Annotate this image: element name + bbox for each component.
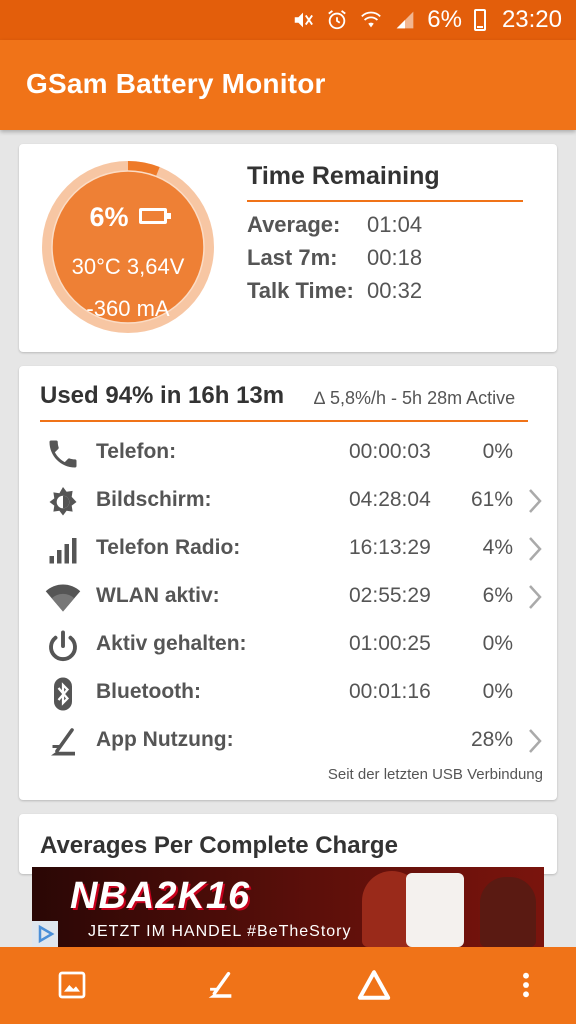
usage-row-time: 01:00:25 <box>349 632 431 655</box>
usage-row-telefon-radio[interactable]: Telefon Radio: 16:13:29 4% <box>19 528 557 572</box>
usage-row-label: App Nutzung: <box>96 728 234 751</box>
usage-row-percent: 0% <box>482 680 513 703</box>
ad-tagline: JETZT IM HANDEL #BeTheStory <box>88 923 352 940</box>
usage-rate: ∆ 5,8%/h - 5h 28m Active <box>314 388 516 408</box>
app-usage-button[interactable] <box>198 963 242 1007</box>
usage-row-app-nutzung[interactable]: App Nutzung: 28% <box>19 720 557 764</box>
usage-row-label: Aktiv gehalten: <box>96 632 247 655</box>
overflow-menu-icon <box>523 972 529 998</box>
image-icon <box>58 971 86 999</box>
status-battery-percent: 6% <box>427 6 462 33</box>
usage-row-bluetooth[interactable]: Bluetooth: 00:01:16 0% <box>19 672 557 716</box>
wifi-icon <box>45 580 81 616</box>
chevron-right-icon[interactable] <box>527 727 543 755</box>
mute-icon <box>291 8 315 32</box>
usage-row-wlan[interactable]: WLAN aktiv: 02:55:29 6% <box>19 576 557 620</box>
delta-icon <box>357 970 391 1000</box>
power-icon <box>45 628 81 664</box>
status-bar: 6% 23:20 <box>0 0 576 40</box>
phone-icon <box>45 436 81 472</box>
battery-temp-voltage: 30°C 3,64V <box>71 254 185 279</box>
battery-percent: 6% <box>39 202 217 233</box>
time-remaining-value-last7m: 00:18 <box>367 245 423 270</box>
usage-row-time: 04:28:04 <box>349 488 431 511</box>
time-remaining-label-last7m: Last 7m: <box>247 245 338 270</box>
usage-row-percent: 4% <box>482 536 513 559</box>
averages-card[interactable]: Averages Per Complete Charge <box>19 814 557 874</box>
app-usage-icon <box>208 971 232 998</box>
battery-current: -360 mA <box>86 296 170 321</box>
battery-percent-value: 6% <box>89 202 129 232</box>
usage-row-label: WLAN aktiv: <box>96 584 220 607</box>
chevron-right-icon[interactable] <box>527 487 543 515</box>
battery-gauge[interactable]: 6% 30°C 3,64V -360 mA <box>39 158 217 336</box>
usage-row-bildschirm[interactable]: Bildschirm: 04:28:04 61% <box>19 480 557 524</box>
image-button[interactable] <box>50 963 94 1007</box>
averages-title: Averages Per Complete Charge <box>40 832 398 859</box>
usage-footnote: Seit der letzten USB Verbindung <box>327 766 543 783</box>
app-title: GSam Battery Monitor <box>26 68 326 99</box>
time-remaining-value-average: 01:04 <box>367 212 423 237</box>
bluetooth-icon <box>45 676 81 712</box>
usage-row-percent: 28% <box>470 728 513 751</box>
chevron-right-icon[interactable] <box>527 583 543 611</box>
usage-row-label: Bluetooth: <box>96 680 201 703</box>
battery-summary-card[interactable]: 6% 30°C 3,64V -360 mA Time Remaining Ave… <box>19 144 557 352</box>
time-remaining-label-talk: Talk Time: <box>247 278 354 303</box>
battery-icon <box>138 207 171 224</box>
usage-row-telefon[interactable]: Telefon: 00:00:03 0% <box>19 432 557 476</box>
divider <box>247 200 523 202</box>
app-bar: GSam Battery Monitor <box>0 40 576 130</box>
ad-player-image <box>480 877 536 947</box>
ad-banner[interactable]: NBA2K16 JETZT IM HANDEL #BeTheStory <box>32 867 544 947</box>
usage-row-time: 00:00:03 <box>349 440 431 463</box>
battery-icon <box>473 9 486 31</box>
signal-icon <box>393 8 417 32</box>
chevron-right-icon[interactable] <box>527 535 543 563</box>
bottom-toolbar <box>0 947 576 1024</box>
usage-row-label: Bildschirm: <box>96 488 212 511</box>
alarm-icon <box>325 8 349 32</box>
usage-row-aktiv-gehalten[interactable]: Aktiv gehalten: 01:00:25 0% <box>19 624 557 668</box>
usage-row-label: Telefon Radio: <box>96 536 241 559</box>
app-usage-icon <box>45 724 81 760</box>
time-remaining-label-average: Average: <box>247 212 341 237</box>
time-remaining-value-talk: 00:32 <box>367 278 423 303</box>
usage-row-label: Telefon: <box>96 440 177 463</box>
delta-button[interactable] <box>352 963 396 1007</box>
wifi-icon <box>359 8 383 32</box>
time-remaining-title: Time Remaining <box>247 162 440 190</box>
brightness-icon <box>45 484 81 520</box>
ad-choices-icon[interactable] <box>32 921 58 947</box>
usage-row-percent: 0% <box>482 632 513 655</box>
usage-row-time: 16:13:29 <box>349 536 431 559</box>
usage-row-percent: 0% <box>482 440 513 463</box>
overflow-menu-button[interactable] <box>504 963 548 1007</box>
ad-logo: NBA2K16 <box>70 875 251 917</box>
status-time: 23:20 <box>501 6 562 33</box>
usage-headline: Used 94% in 16h 13m <box>40 382 285 409</box>
usage-row-percent: 6% <box>482 584 513 607</box>
usage-row-percent: 61% <box>470 488 513 511</box>
ad-player-image <box>406 873 464 947</box>
divider <box>40 420 528 422</box>
usage-row-time: 00:01:16 <box>349 680 431 703</box>
cell-signal-icon <box>45 532 81 568</box>
usage-row-time: 02:55:29 <box>349 584 431 607</box>
usage-card: Used 94% in 16h 13m ∆ 5,8%/h - 5h 28m Ac… <box>19 366 557 800</box>
